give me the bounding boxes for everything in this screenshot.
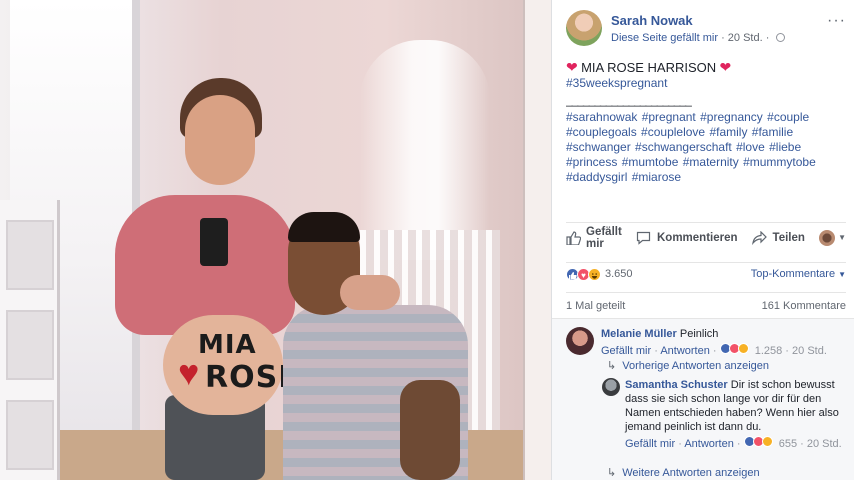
post-title: MIA ROSE HARRISON <box>581 60 717 75</box>
commenter-name[interactable]: Melanie Müller <box>601 328 677 340</box>
reply-arrow-icon: ↳ <box>607 467 617 479</box>
comment-meta: Gefällt mir · Antworten · 655 · 20 Std. <box>625 436 846 451</box>
share-label: Teilen <box>772 231 805 244</box>
post-side-panel: Sarah Nowak Diese Seite gefällt mir · 20… <box>551 0 854 480</box>
like-label: Gefällt mir <box>586 225 622 250</box>
more-options-icon[interactable]: ··· <box>827 12 846 30</box>
heart-icon: ❤ <box>719 59 732 75</box>
commenter-name[interactable]: Samantha Schuster <box>625 379 728 391</box>
belly-heart-icon: ♥ <box>178 352 200 393</box>
meta-separator: · <box>736 438 741 450</box>
heart-icon: ❤ <box>566 59 578 75</box>
meta-separator: · <box>678 438 682 450</box>
comments-section: Melanie Müller Peinlich Gefällt mir · An… <box>552 318 854 480</box>
meta-separator: · <box>721 32 725 44</box>
hashtag-link[interactable]: #35weekspregnant <box>566 76 846 91</box>
share-count[interactable]: 1 Mal geteilt <box>566 300 625 312</box>
comment-body: Samantha Schuster Dir ist schon bewusst … <box>625 378 846 451</box>
current-user-avatar <box>819 229 836 246</box>
author-name[interactable]: Sarah Nowak <box>611 13 693 28</box>
photo-shelf <box>0 200 60 480</box>
comment-like-link[interactable]: Gefällt mir <box>625 438 675 450</box>
previous-replies-link[interactable]: ↳ Vorherige Antworten anzeigen <box>607 359 769 372</box>
comment-bubble-icon <box>636 231 652 245</box>
comment-label: Kommentieren <box>657 231 738 244</box>
comment-meta: Gefällt mir · Antworten · 1.258 · 20 Std… <box>601 343 846 358</box>
haha-reaction-icon <box>761 436 773 447</box>
more-replies-link[interactable]: ↳ Weitere Antworten anzeigen <box>607 466 760 479</box>
post-actions-bar: Gefällt mir Kommentieren Teilen ▼ <box>566 222 846 252</box>
commenter-avatar[interactable] <box>566 327 594 355</box>
photo-shelf-box <box>6 220 54 290</box>
comment-sort-label: Top-Kommentare <box>750 268 836 280</box>
hashtag-list[interactable]: #sarahnowak #pregnant #pregnancy #couple… <box>566 110 846 185</box>
post-time[interactable]: 20 Std. <box>728 32 763 44</box>
meta-separator: · <box>785 345 789 357</box>
comment-text: Peinlich <box>679 328 719 340</box>
commenter-avatar[interactable] <box>602 378 620 396</box>
comment-body: Melanie Müller Peinlich Gefällt mir · An… <box>601 327 846 358</box>
post-header: Sarah Nowak Diese Seite gefällt mir · 20… <box>566 10 846 50</box>
comment-time[interactable]: 20 Std. <box>792 345 827 357</box>
meta-separator: · <box>654 345 658 357</box>
comment-reply-link[interactable]: Antworten <box>660 345 710 357</box>
globe-icon <box>776 33 786 42</box>
comment-reaction-count[interactable]: 1.258 <box>755 345 783 357</box>
haha-reaction-icon <box>737 343 749 354</box>
share-button[interactable]: Teilen <box>751 230 805 245</box>
reply-arrow-icon: ↳ <box>607 360 617 372</box>
comment-time[interactable]: 20 Std. <box>807 438 842 450</box>
more-replies-label: Weitere Antworten anzeigen <box>622 467 760 479</box>
photo-shelf-box <box>6 400 54 470</box>
photo-man-hair <box>288 212 360 242</box>
post-stats: 1 Mal geteilt 161 Kommentare <box>566 292 846 318</box>
author-avatar[interactable] <box>566 10 602 46</box>
post-text: ❤ MIA ROSE HARRISON ❤ #35weekspregnant _… <box>566 60 846 185</box>
comment-like-link[interactable]: Gefällt mir <box>601 345 651 357</box>
chevron-down-icon: ▼ <box>838 233 846 242</box>
text-separator: ______________________ <box>566 93 692 107</box>
reaction-count[interactable]: 3.650 <box>605 268 633 280</box>
share-arrow-icon <box>751 230 768 245</box>
photo-woman-hand <box>340 275 400 310</box>
photo-man-arm <box>400 380 460 480</box>
meta-separator: · <box>800 438 804 450</box>
previous-replies-label: Vorherige Antworten anzeigen <box>622 360 769 372</box>
haha-reaction-icon[interactable] <box>588 267 601 281</box>
post-meta: Diese Seite gefällt mir · 20 Std. · <box>611 32 786 44</box>
reactions-bar: ♥ 3.650 Top-Kommentare ▼ <box>566 262 846 282</box>
photo-mirror-frame <box>523 0 551 480</box>
photo-camera <box>200 218 228 266</box>
comment-count[interactable]: 161 Kommentare <box>762 300 846 312</box>
belly-text-mia: MIA <box>198 330 257 360</box>
thumbs-up-icon <box>566 230 582 246</box>
like-button[interactable]: Gefällt mir <box>566 226 632 250</box>
photo-crib-canopy <box>360 40 490 260</box>
caret-down-icon: ▼ <box>838 270 846 279</box>
photo-shelf-box <box>6 310 54 380</box>
comment-sort-dropdown[interactable]: Top-Kommentare ▼ <box>751 268 846 280</box>
photo-woman-face <box>185 95 255 185</box>
comment-reaction-count[interactable]: 655 <box>779 438 797 450</box>
post-as-selector[interactable]: ▼ <box>819 229 846 246</box>
post-photo[interactable]: MIA ROSE ♥ <box>0 0 551 480</box>
comment-reply-link[interactable]: Antworten <box>684 438 734 450</box>
meta-separator: · <box>765 32 770 44</box>
page-like-link[interactable]: Diese Seite gefällt mir <box>611 32 718 44</box>
meta-separator: · <box>712 345 717 357</box>
comment-button[interactable]: Kommentieren <box>636 231 738 245</box>
